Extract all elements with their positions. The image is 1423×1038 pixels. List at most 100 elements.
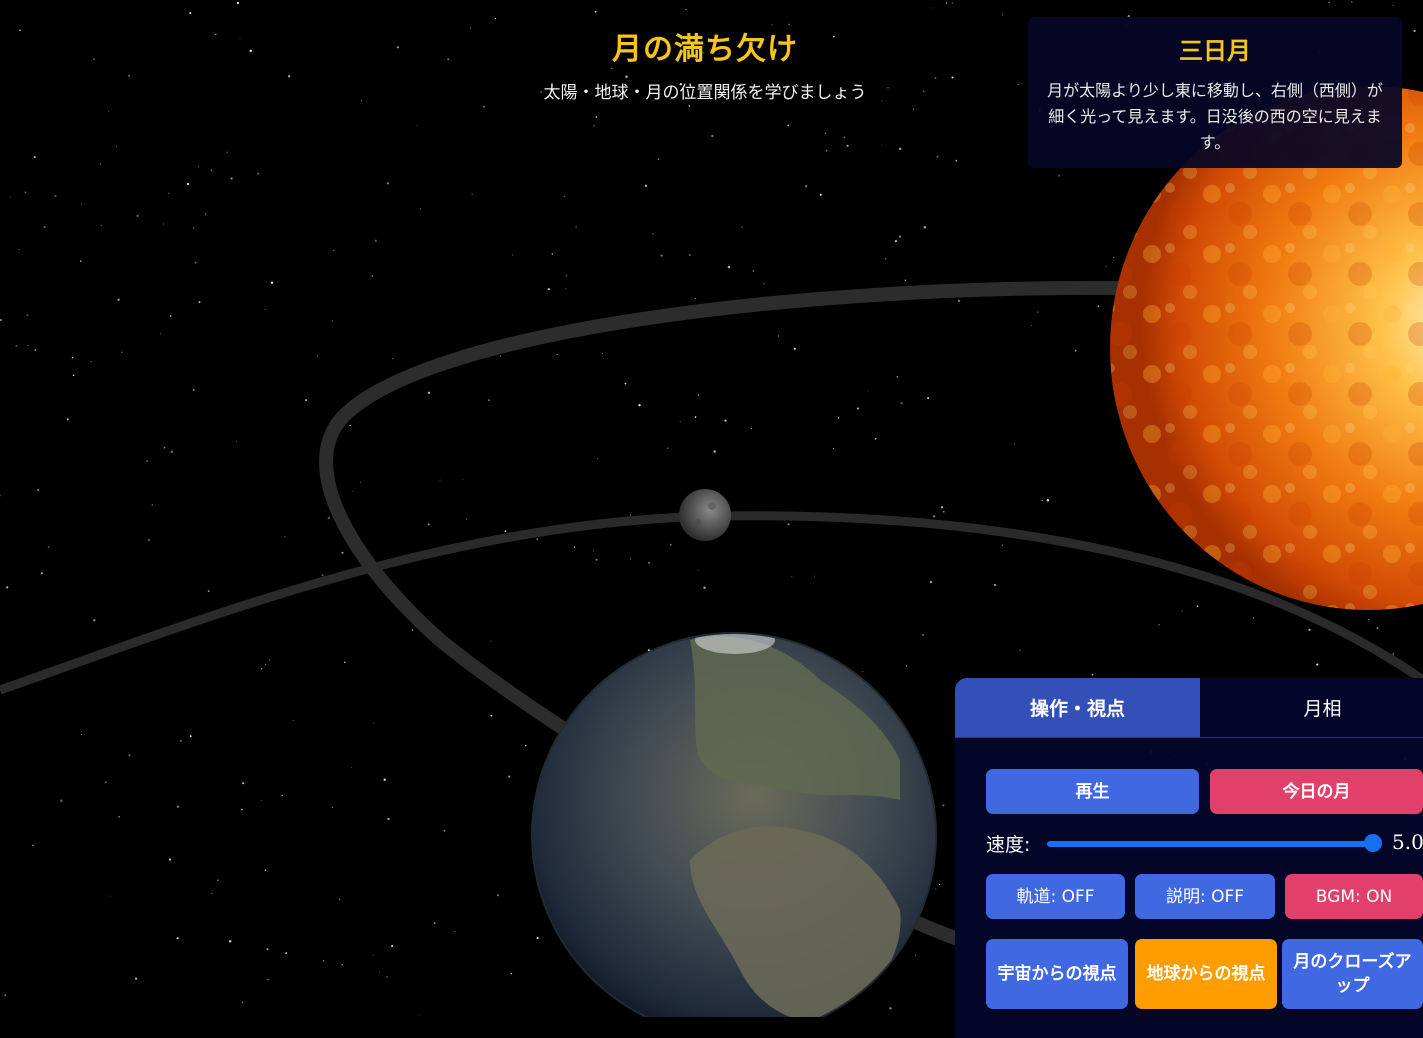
star bbox=[846, 144, 849, 147]
star bbox=[186, 182, 190, 186]
star bbox=[512, 254, 514, 256]
tab-controls-view[interactable]: 操作・視点 bbox=[955, 678, 1200, 737]
earth-view-button[interactable]: 地球からの視点 bbox=[1135, 939, 1277, 1009]
star bbox=[638, 404, 641, 407]
star bbox=[1058, 174, 1061, 177]
star bbox=[80, 203, 83, 205]
star bbox=[204, 213, 207, 216]
star bbox=[266, 948, 269, 951]
star bbox=[268, 659, 271, 661]
star bbox=[197, 165, 199, 167]
star bbox=[169, 315, 172, 317]
star bbox=[724, 419, 727, 422]
star bbox=[443, 829, 446, 832]
star bbox=[341, 964, 343, 966]
star bbox=[490, 714, 493, 717]
star bbox=[147, 538, 151, 542]
star bbox=[536, 538, 539, 541]
star bbox=[411, 629, 414, 631]
star bbox=[1181, 610, 1183, 612]
star bbox=[331, 320, 334, 322]
star bbox=[331, 806, 334, 808]
star bbox=[1041, 499, 1043, 502]
star bbox=[741, 226, 743, 228]
star bbox=[594, 10, 597, 13]
star bbox=[945, 2, 948, 4]
star bbox=[694, 416, 697, 418]
star bbox=[1367, 618, 1370, 621]
star bbox=[115, 145, 117, 147]
star bbox=[497, 894, 500, 897]
star bbox=[551, 253, 553, 255]
star bbox=[79, 260, 82, 262]
bgm-toggle-button[interactable]: BGM: ON bbox=[1285, 874, 1423, 919]
star bbox=[884, 258, 887, 260]
star bbox=[494, 17, 497, 20]
star bbox=[228, 940, 232, 943]
star bbox=[488, 399, 490, 402]
star bbox=[711, 134, 714, 138]
star bbox=[508, 775, 511, 778]
star bbox=[211, 892, 213, 895]
tab-moon-phases[interactable]: 月相 bbox=[1200, 678, 1423, 737]
star bbox=[60, 799, 63, 803]
today-moon-button[interactable]: 今日の月 bbox=[1210, 769, 1423, 814]
star bbox=[694, 298, 696, 300]
star bbox=[371, 275, 373, 277]
star bbox=[630, 558, 631, 560]
star bbox=[1097, 305, 1100, 308]
star bbox=[109, 895, 111, 897]
space-view-button[interactable]: 宇宙からの視点 bbox=[986, 939, 1128, 1009]
star bbox=[350, 766, 352, 768]
star bbox=[596, 458, 599, 460]
star bbox=[1392, 4, 1394, 6]
star bbox=[1014, 443, 1016, 445]
star bbox=[1001, 14, 1004, 16]
star bbox=[117, 298, 120, 301]
star bbox=[881, 144, 882, 146]
star bbox=[107, 110, 110, 112]
star bbox=[647, 561, 651, 565]
earth[interactable] bbox=[531, 626, 937, 1017]
star bbox=[994, 583, 996, 586]
moon[interactable] bbox=[679, 489, 731, 541]
star bbox=[6, 586, 9, 589]
star bbox=[536, 937, 539, 940]
star bbox=[36, 488, 40, 492]
star bbox=[940, 506, 944, 509]
star bbox=[915, 954, 917, 956]
star bbox=[689, 254, 691, 256]
star bbox=[575, 226, 577, 228]
star bbox=[439, 479, 441, 481]
star bbox=[1037, 311, 1039, 313]
star bbox=[1413, 29, 1416, 33]
star bbox=[896, 376, 898, 378]
orbit-toggle-button[interactable]: 軌道: OFF bbox=[986, 874, 1125, 919]
star bbox=[563, 195, 566, 198]
star bbox=[27, 345, 29, 347]
play-button[interactable]: 再生 bbox=[986, 769, 1199, 814]
star bbox=[929, 580, 933, 584]
star bbox=[1091, 673, 1094, 676]
moon-closeup-button[interactable]: 月のクローズアップ bbox=[1282, 939, 1423, 1009]
speed-slider-thumb[interactable] bbox=[1364, 834, 1382, 852]
explanation-toggle-button[interactable]: 説明: OFF bbox=[1135, 874, 1275, 919]
star bbox=[159, 333, 161, 335]
star bbox=[697, 569, 699, 571]
star bbox=[787, 523, 790, 526]
star bbox=[338, 898, 341, 901]
star bbox=[163, 446, 166, 449]
star bbox=[679, 421, 681, 423]
star bbox=[921, 633, 925, 637]
star bbox=[0, 319, 2, 322]
star bbox=[327, 516, 331, 520]
star bbox=[932, 515, 936, 518]
star bbox=[391, 945, 394, 948]
speed-slider[interactable] bbox=[1047, 841, 1373, 847]
star bbox=[189, 735, 192, 738]
star bbox=[955, 159, 958, 162]
star bbox=[0, 494, 2, 497]
star bbox=[26, 314, 29, 317]
star bbox=[281, 794, 283, 797]
tab-bar: 操作・視点 月相 bbox=[955, 678, 1423, 738]
